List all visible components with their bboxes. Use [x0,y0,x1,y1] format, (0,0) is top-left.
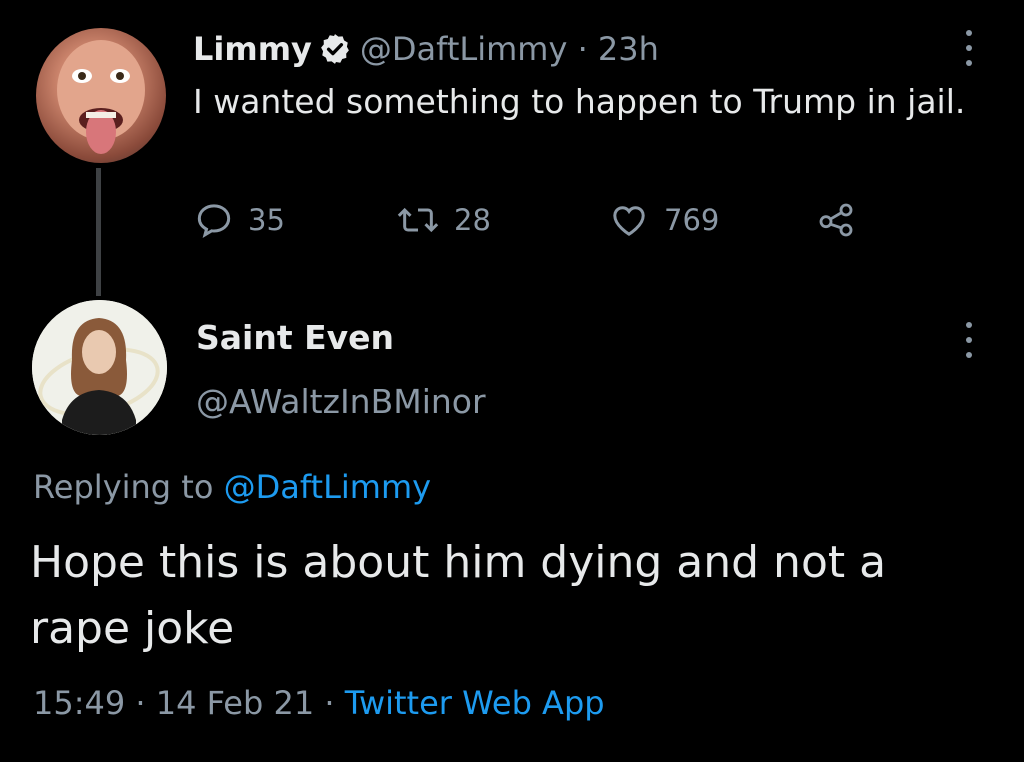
share-button[interactable] [814,198,872,242]
reply-date[interactable]: 14 Feb 21 [156,684,314,722]
separator: · [567,30,598,68]
display-name[interactable]: Limmy [193,30,312,68]
avatar-limmy[interactable] [36,28,166,163]
avatar-saint-even[interactable] [32,300,167,435]
retweet-button[interactable]: 28 [396,198,491,242]
thread-connector-line [96,168,101,296]
timestamp[interactable]: 23h [598,30,659,68]
replying-to-mention[interactable]: @DaftLimmy [224,468,432,506]
share-icon [819,203,853,237]
retweet-icon [397,207,439,233]
replying-to-line: Replying to @DaftLimmy [33,468,431,506]
replying-prefix: Replying to [33,468,224,506]
meta-separator-2: · [314,684,345,722]
meta-separator: · [125,684,156,722]
parent-tweet-text: I wanted something to happen to Trump in… [193,82,966,121]
tweet-meta: 15:49 · 14 Feb 21 · Twitter Web App [33,684,605,722]
more-vertical-icon[interactable] [964,322,974,358]
heart-icon [613,206,645,236]
verified-badge-icon [318,32,352,66]
more-vertical-icon[interactable] [964,30,974,66]
handle[interactable]: @DaftLimmy [360,30,568,68]
reply-display-name[interactable]: Saint Even [196,318,394,357]
reply-icon [197,204,231,239]
reply-time[interactable]: 15:49 [33,684,125,722]
reply-count: 35 [248,203,285,237]
reply-button[interactable]: 35 [194,198,285,242]
reply-tweet-text: Hope this is about him dying and not a r… [30,537,887,654]
source-link[interactable]: Twitter Web App [345,684,605,722]
parent-tweet-header: Limmy @DaftLimmy · 23h [193,24,659,74]
like-button[interactable]: 769 [608,198,719,242]
reply-handle[interactable]: @AWaltzInBMinor [196,382,486,421]
like-count: 769 [664,203,720,237]
retweet-count: 28 [454,203,491,237]
